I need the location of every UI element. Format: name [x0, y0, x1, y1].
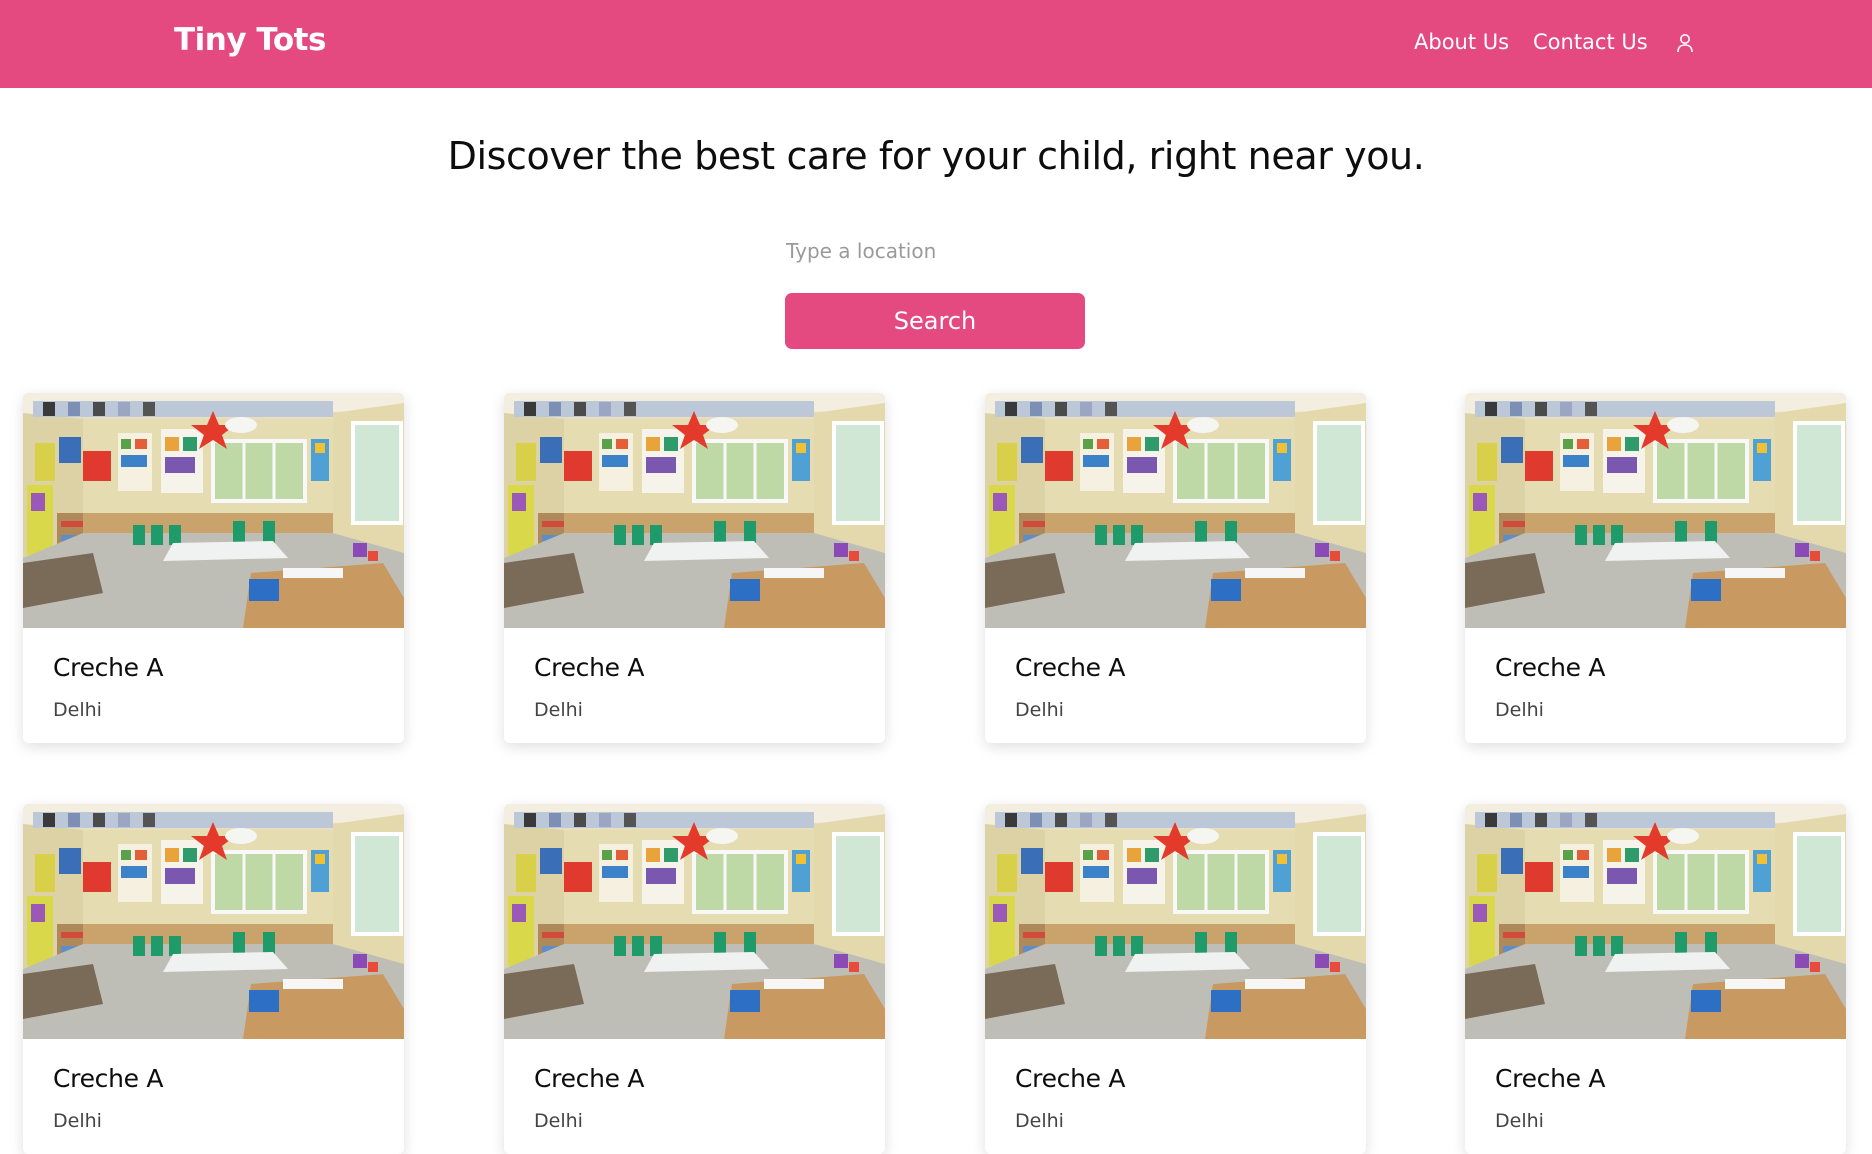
creche-image	[504, 393, 885, 628]
card-body: Creche A Delhi	[1465, 628, 1846, 743]
creche-location: Delhi	[53, 699, 102, 721]
card-body: Creche A Delhi	[504, 628, 885, 743]
creche-location: Delhi	[1495, 699, 1544, 721]
card-body: Creche A Delhi	[985, 628, 1366, 743]
creche-name: Creche A	[1495, 1064, 1606, 1093]
creche-name: Creche A	[1015, 1064, 1126, 1093]
creche-location: Delhi	[534, 1110, 583, 1132]
creche-card[interactable]: Creche A Delhi	[504, 393, 885, 743]
card-body: Creche A Delhi	[23, 628, 404, 743]
brand-logo[interactable]: Tiny Tots	[174, 22, 326, 58]
nav-about-us[interactable]: About Us	[1414, 30, 1509, 54]
card-body: Creche A Delhi	[504, 1039, 885, 1154]
creche-image	[1465, 393, 1846, 628]
creche-image	[504, 804, 885, 1039]
creche-image	[1465, 804, 1846, 1039]
creche-image	[985, 804, 1366, 1039]
location-search-input[interactable]	[786, 233, 1086, 269]
nav-contact-us[interactable]: Contact Us	[1533, 30, 1648, 54]
creche-location: Delhi	[1015, 699, 1064, 721]
creche-location: Delhi	[534, 699, 583, 721]
creche-name: Creche A	[1015, 653, 1126, 682]
creche-name: Creche A	[534, 1064, 645, 1093]
creche-card[interactable]: Creche A Delhi	[1465, 393, 1846, 743]
creche-location: Delhi	[1015, 1110, 1064, 1132]
navbar: Tiny Tots About Us Contact Us	[0, 0, 1872, 88]
creche-image	[985, 393, 1366, 628]
creche-card[interactable]: Creche A Delhi	[1465, 804, 1846, 1154]
creche-image	[23, 393, 404, 628]
creche-location: Delhi	[53, 1110, 102, 1132]
card-body: Creche A Delhi	[985, 1039, 1366, 1154]
creche-name: Creche A	[1495, 653, 1606, 682]
search-button[interactable]: Search	[785, 293, 1085, 349]
page-title: Discover the best care for your child, r…	[447, 134, 1425, 178]
creche-card[interactable]: Creche A Delhi	[23, 804, 404, 1154]
creche-card[interactable]: Creche A Delhi	[23, 393, 404, 743]
creche-name: Creche A	[53, 653, 164, 682]
creche-image	[23, 804, 404, 1039]
creche-card[interactable]: Creche A Delhi	[504, 804, 885, 1154]
creche-location: Delhi	[1495, 1110, 1544, 1132]
creche-card[interactable]: Creche A Delhi	[985, 804, 1366, 1154]
card-body: Creche A Delhi	[23, 1039, 404, 1154]
creche-card[interactable]: Creche A Delhi	[985, 393, 1366, 743]
creche-name: Creche A	[534, 653, 645, 682]
creche-name: Creche A	[53, 1064, 164, 1093]
user-icon[interactable]	[1676, 33, 1694, 53]
card-body: Creche A Delhi	[1465, 1039, 1846, 1154]
